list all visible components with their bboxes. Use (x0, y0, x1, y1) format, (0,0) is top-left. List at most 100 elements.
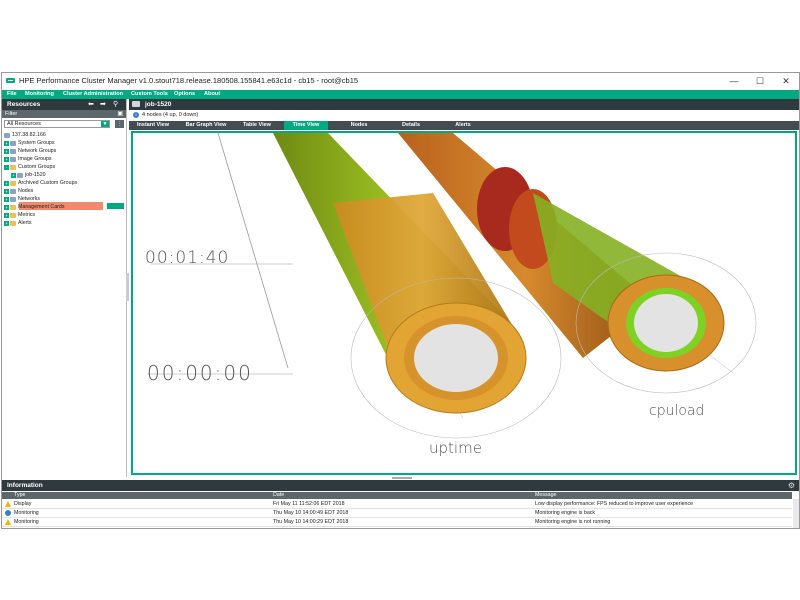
metric-label-uptime: uptime (429, 439, 482, 457)
row-type: Monitoring (14, 519, 39, 525)
time-view-3d-canvas[interactable]: 00:01:40 00:00:00 uptime cpuload (131, 131, 797, 475)
column-message[interactable]: Message (535, 492, 557, 499)
filter-options-button[interactable]: ⋮ (115, 120, 124, 128)
folder-icon (10, 180, 16, 186)
expand-icon[interactable]: + (4, 140, 9, 146)
back-arrow-icon[interactable]: ⬅ (88, 100, 94, 108)
tree-item-job-1520[interactable]: + job-1520 (11, 172, 46, 179)
group-icon (10, 148, 16, 154)
job-header: job-1520 (129, 99, 799, 110)
resources-title: Resources (7, 101, 41, 108)
expand-icon[interactable]: + (4, 148, 9, 154)
expand-icon[interactable]: + (4, 212, 9, 218)
menu-options[interactable]: Options (174, 91, 195, 97)
table-row[interactable]: Monitoring Thu May 10 14:00:29 EDT 2018 … (2, 518, 792, 527)
expand-icon[interactable]: + (4, 204, 9, 210)
menu-monitoring[interactable]: Monitoring (25, 91, 54, 97)
info-icon (5, 510, 11, 516)
warning-icon (5, 519, 11, 525)
tab-details[interactable]: Details (391, 121, 431, 130)
selection-status-bar (107, 203, 124, 209)
tab-table-view[interactable]: Table View (237, 121, 277, 130)
time-label-lower: 00:00:00 (147, 361, 253, 385)
row-date: Thu May 10 14:00:49 EDT 2018 (273, 510, 349, 516)
filter-label: Filter (5, 111, 18, 117)
main-panel: job-1520 i 4 nodes (4 up, 0 down) Instan… (129, 99, 799, 477)
group-icon (10, 140, 16, 146)
filter-select[interactable]: All Resources ▼ (4, 120, 110, 128)
tab-bar-graph-view[interactable]: Bar Graph View (179, 121, 233, 130)
tab-time-view[interactable]: Time View (284, 121, 328, 130)
menu-about[interactable]: About (204, 91, 220, 97)
tree-item-alerts[interactable]: + Alerts (4, 220, 32, 227)
network-icon (10, 196, 16, 202)
time-label-upper: 00:01:40 (145, 248, 230, 268)
minimize-button[interactable]: — (721, 73, 747, 90)
window-title: HPE Performance Cluster Manager v1.0.sto… (19, 76, 359, 85)
expand-icon[interactable]: + (4, 156, 9, 162)
expand-icon[interactable]: + (4, 180, 9, 186)
filter-header: Filter ▣ (2, 110, 126, 118)
column-type[interactable]: Type (14, 492, 25, 499)
maximize-button[interactable]: ☐ (747, 73, 773, 90)
collapse-icon[interactable]: ▣ (117, 110, 123, 117)
vertical-scrollbar[interactable] (793, 499, 799, 528)
menu-custom-tools[interactable]: Custom Tools (131, 91, 168, 97)
information-header: Information ⚙ (2, 480, 799, 491)
tab-alerts[interactable]: Alerts (443, 121, 483, 130)
job-title: job-1520 (145, 101, 172, 108)
forward-arrow-icon[interactable]: ➡ (100, 100, 106, 108)
info-icon: i (133, 112, 139, 118)
gear-icon[interactable]: ⚙ (788, 481, 795, 490)
information-title: Information (7, 482, 43, 489)
title-bar: HPE Performance Cluster Manager v1.0.sto… (2, 73, 799, 90)
menu-file[interactable]: File (7, 91, 17, 97)
row-date: Fri May 11 11:52:06 EDT 2018 (273, 501, 345, 507)
folder-icon (10, 212, 16, 218)
group-icon (10, 156, 16, 162)
server-icon (4, 132, 10, 138)
tree-item-archived-custom-groups[interactable]: + Archived Custom Groups (4, 180, 77, 187)
expand-icon[interactable]: + (11, 172, 16, 178)
app-window: HPE Performance Cluster Manager v1.0.sto… (1, 72, 800, 529)
close-button[interactable]: ✕ (773, 73, 799, 90)
information-column-header: Type Date Message (2, 492, 792, 499)
group-icon (132, 101, 140, 107)
tree-item-custom-groups[interactable]: - Custom Groups (4, 164, 55, 171)
search-icon[interactable]: ⚲ (113, 100, 118, 108)
table-row[interactable]: Display Fri May 11 11:52:06 EDT 2018 Low… (2, 500, 792, 509)
expand-icon[interactable]: + (4, 196, 9, 202)
row-message: Monitoring engine is back (535, 510, 596, 516)
menu-bar: File Monitoring Cluster Administration C… (2, 90, 799, 99)
expand-icon[interactable]: + (4, 188, 9, 194)
tree-item-nodes[interactable]: + Nodes (4, 188, 33, 195)
chevron-down-icon[interactable]: ▼ (101, 121, 109, 127)
tab-instant-view[interactable]: Instant View (133, 121, 173, 130)
tree-item-image-groups[interactable]: + Image Groups (4, 156, 52, 163)
tree-item-networks[interactable]: + Networks (4, 196, 40, 203)
information-panel: Information ⚙ Type Date Message Display … (2, 480, 799, 528)
horizontal-splitter[interactable] (392, 477, 412, 479)
tree-item-management-cards[interactable]: + Management Cards (4, 204, 65, 211)
collapse-icon[interactable]: - (4, 164, 9, 170)
folder-icon (10, 164, 16, 170)
tree-item-network-groups[interactable]: + Network Groups (4, 148, 56, 155)
tree-item-ip[interactable]: 137.38.82.166 (4, 132, 46, 139)
tab-nodes[interactable]: Nodes (339, 121, 379, 130)
column-date[interactable]: Date (273, 492, 284, 499)
table-row[interactable]: Monitoring Thu May 10 14:00:49 EDT 2018 … (2, 509, 792, 518)
menu-cluster-administration[interactable]: Cluster Administration (63, 91, 123, 97)
row-message: Monitoring engine is not running (535, 519, 611, 525)
folder-icon (10, 204, 16, 210)
job-status-text: 4 nodes (4 up, 0 down) (142, 112, 199, 118)
hpe-logo-icon (6, 78, 15, 83)
tree-item-system-groups[interactable]: + System Groups (4, 140, 55, 147)
time-view-scene (147, 133, 757, 439)
tree-item-metrics[interactable]: + Metrics (4, 212, 35, 219)
expand-icon[interactable]: + (4, 220, 9, 226)
row-date: Thu May 10 14:00:29 EDT 2018 (273, 519, 349, 525)
warning-icon (5, 501, 11, 507)
job-status: i 4 nodes (4 up, 0 down) (129, 111, 799, 120)
group-icon (17, 172, 23, 178)
resources-panel: Resources ⬅ ➡ ⚲ Filter ▣ All Resources ▼… (2, 99, 127, 477)
